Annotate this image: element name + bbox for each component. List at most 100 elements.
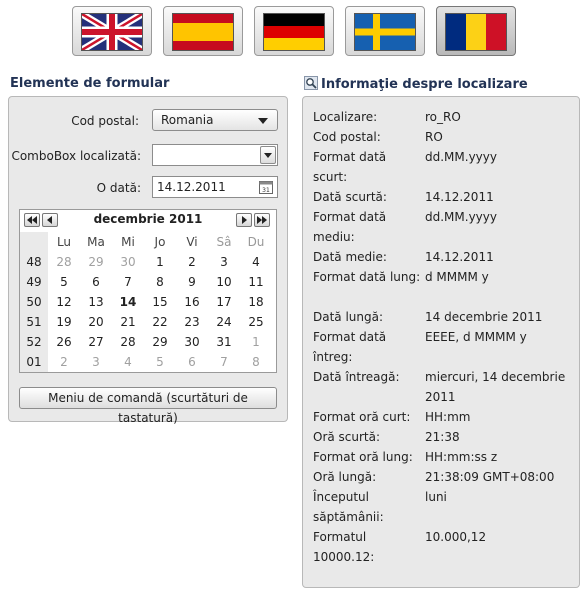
- calendar-day[interactable]: 29: [144, 332, 176, 352]
- date-chooser-calendar: decembrie 2011 Lu Ma Mi Jo Vi Sâ Du 48 2…: [19, 209, 277, 373]
- locale-info-value: luni: [425, 490, 447, 504]
- postal-code-label: Cod postal:: [71, 114, 139, 128]
- flag-button-spain[interactable]: [163, 6, 243, 56]
- calendar-day[interactable]: 4: [112, 352, 144, 372]
- calendar-day[interactable]: 5: [144, 352, 176, 372]
- calendar-day[interactable]: 13: [80, 292, 112, 312]
- locale-info-key: Dată lungă:: [313, 310, 384, 324]
- calendar-week-row: 48 28 29 30 1 2 3 4: [20, 252, 272, 272]
- calendar-day[interactable]: 23: [176, 312, 208, 332]
- calendar-day[interactable]: 8: [144, 272, 176, 292]
- calendar-day[interactable]: 17: [208, 292, 240, 312]
- svg-text:31: 31: [262, 187, 270, 194]
- locale-info-value: 14.12.2011: [425, 250, 494, 264]
- calendar-day[interactable]: 9: [176, 272, 208, 292]
- calendar-day[interactable]: 1: [144, 252, 176, 272]
- double-right-arrow-icon: [257, 216, 267, 224]
- localized-combobox-label: ComboBox localizată:: [11, 149, 141, 163]
- calendar-day[interactable]: 7: [112, 272, 144, 292]
- locale-info-value: 21:38:09 GMT+08:00: [425, 470, 555, 484]
- calendar-week-row: 49 5 6 7 8 9 10 11: [20, 272, 272, 292]
- week-number: 51: [20, 312, 48, 332]
- calendar-day[interactable]: 4: [240, 252, 272, 272]
- locale-info-value: d MMMM y: [425, 270, 489, 284]
- locale-info-value: 14 decembrie 2011: [425, 310, 543, 324]
- locale-info-value: dd.MM.yyyy: [425, 150, 497, 164]
- calendar-header: decembrie 2011: [20, 210, 276, 230]
- next-month-button[interactable]: [236, 213, 252, 227]
- calendar-day[interactable]: 3: [208, 252, 240, 272]
- calendar-day[interactable]: 26: [48, 332, 80, 352]
- chevron-down-icon[interactable]: [260, 146, 276, 164]
- calendar-day[interactable]: 22: [144, 312, 176, 332]
- flag-button-romania[interactable]: [436, 6, 516, 56]
- calendar-day[interactable]: 3: [80, 352, 112, 372]
- postal-code-select[interactable]: Romania: [152, 109, 278, 131]
- calendar-day[interactable]: 1: [240, 332, 272, 352]
- calendar-day[interactable]: 12: [48, 292, 80, 312]
- date-field[interactable]: 14.12.2011 31: [152, 176, 278, 198]
- week-number: 52: [20, 332, 48, 352]
- week-number: 48: [20, 252, 48, 272]
- calendar-day[interactable]: 15: [144, 292, 176, 312]
- locale-info-key: Dată întreagă:: [313, 370, 400, 384]
- calendar-day[interactable]: 5: [48, 272, 80, 292]
- locale-info-key: Format dată întreg:: [313, 330, 387, 364]
- localized-combobox[interactable]: [152, 144, 278, 166]
- calendar-week-row: 52 26 27 28 29 30 31 1: [20, 332, 272, 352]
- calendar-day[interactable]: 27: [80, 332, 112, 352]
- calendar-day[interactable]: 25: [240, 312, 272, 332]
- flag-button-germany[interactable]: [254, 6, 334, 56]
- calendar-day[interactable]: 2: [48, 352, 80, 372]
- calendar-icon[interactable]: 31: [259, 180, 273, 194]
- locale-info-key: Localizare:: [313, 110, 378, 124]
- calendar-day[interactable]: 21: [112, 312, 144, 332]
- calendar-day[interactable]: 29: [80, 252, 112, 272]
- spain-flag-icon: [172, 13, 234, 51]
- calendar-day[interactable]: 20: [80, 312, 112, 332]
- locale-info-value: 10.000,12: [425, 530, 487, 544]
- next-year-button[interactable]: [254, 213, 270, 227]
- locale-info-value: RO: [425, 130, 443, 144]
- calendar-day[interactable]: 31: [208, 332, 240, 352]
- calendar-day[interactable]: 30: [112, 252, 144, 272]
- calendar-day[interactable]: 8: [240, 352, 272, 372]
- weekday-header: Ma: [87, 235, 105, 249]
- command-menu-button[interactable]: Meniu de comandă (scurtături de tastatur…: [19, 387, 277, 425]
- calendar-day[interactable]: 19: [48, 312, 80, 332]
- calendar-day[interactable]: 10: [208, 272, 240, 292]
- locale-info-key: Format dată scurt:: [313, 150, 387, 184]
- locale-info-key: Formatul 10000.12:: [313, 530, 375, 564]
- calendar-day[interactable]: 2: [176, 252, 208, 272]
- calendar-day-selected[interactable]: 14: [112, 292, 144, 312]
- locale-info-title: Informaţie despre localizare: [304, 76, 528, 92]
- calendar-day[interactable]: 6: [176, 352, 208, 372]
- calendar-day[interactable]: 28: [112, 332, 144, 352]
- locale-info-key: Începutul săptămânii:: [313, 490, 384, 524]
- prev-year-button[interactable]: [24, 213, 40, 227]
- calendar-grid: Lu Ma Mi Jo Vi Sâ Du 48 28 29 30 1 2 3 4 49 5 6 7 8 9…: [20, 232, 272, 372]
- locale-info-key: Format oră curt:: [313, 410, 411, 424]
- calendar-day[interactable]: 28: [48, 252, 80, 272]
- calendar-day[interactable]: 18: [240, 292, 272, 312]
- calendar-day[interactable]: 24: [208, 312, 240, 332]
- calendar-day[interactable]: 30: [176, 332, 208, 352]
- locale-info-key: Dată medie:: [313, 250, 387, 264]
- prev-month-button[interactable]: [42, 213, 58, 227]
- sweden-flag-icon: [354, 13, 416, 51]
- locale-info-value: 21:38: [425, 430, 460, 444]
- date-label: O dată:: [96, 181, 141, 195]
- locale-info-value: dd.MM.yyyy: [425, 210, 497, 224]
- locale-info-key: Format dată mediu:: [313, 210, 387, 244]
- calendar-day[interactable]: 6: [80, 272, 112, 292]
- calendar-day[interactable]: 11: [240, 272, 272, 292]
- form-elements-panel: Cod postal: Romania ComboBox localizată:…: [8, 96, 288, 425]
- flag-button-uk[interactable]: [72, 6, 152, 56]
- locale-info-key: Format dată lung:: [313, 270, 421, 284]
- calendar-day[interactable]: 16: [176, 292, 208, 312]
- locale-info-value: ro_RO: [425, 110, 461, 124]
- calendar-day[interactable]: 7: [208, 352, 240, 372]
- flag-button-sweden[interactable]: [345, 6, 425, 56]
- form-elements-title: Elemente de formular: [10, 76, 170, 91]
- locale-info-value: HH:mm: [425, 410, 471, 424]
